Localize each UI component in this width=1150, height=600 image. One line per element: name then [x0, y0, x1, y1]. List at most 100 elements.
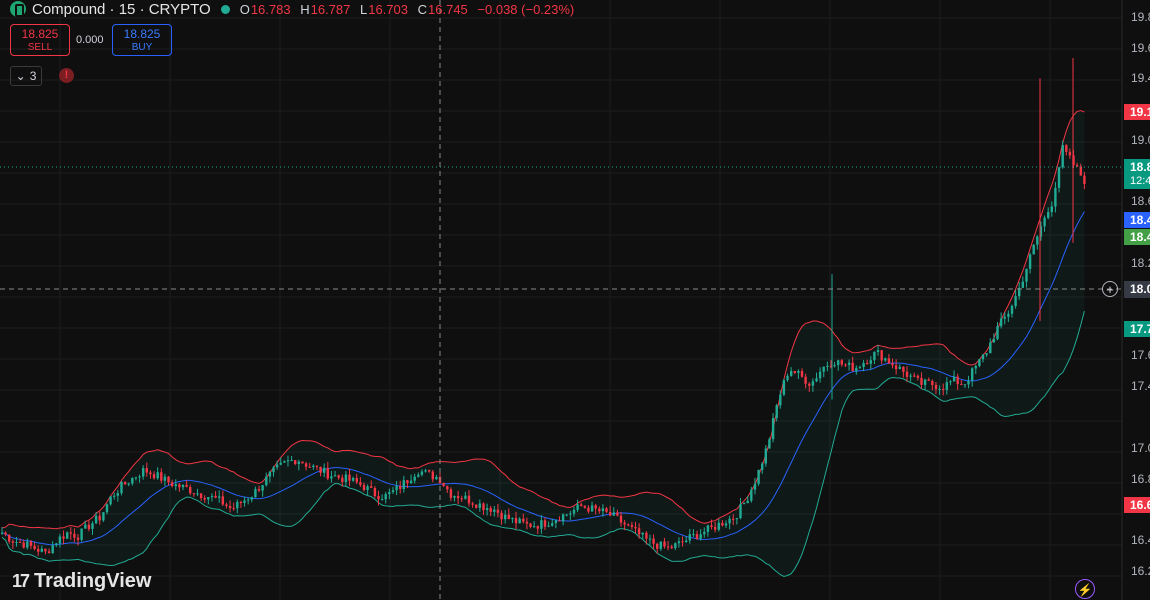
- candle: [945, 382, 948, 390]
- candle: [808, 383, 811, 386]
- candle: [304, 463, 308, 467]
- candle: [507, 514, 510, 520]
- candle: [616, 512, 619, 516]
- candle: [703, 531, 706, 535]
- candle: [29, 541, 33, 546]
- candle: [167, 476, 170, 483]
- symbol-title[interactable]: Compound · 15 · CRYPTO: [32, 1, 211, 18]
- candle: [837, 360, 840, 366]
- indicators-toggle-button[interactable]: ⌄ 3: [10, 66, 42, 86]
- candle: [866, 362, 869, 364]
- green-line-price-tag: 18.4: [1124, 229, 1150, 245]
- candle: [138, 476, 141, 478]
- candle: [525, 521, 529, 524]
- candle: [87, 524, 91, 529]
- candle: [876, 350, 880, 352]
- candle: [91, 523, 94, 529]
- candle: [721, 522, 724, 526]
- candle: [543, 520, 547, 527]
- candle: [402, 480, 405, 489]
- candle: [265, 476, 268, 486]
- candle: [963, 384, 967, 386]
- candle: [283, 461, 286, 463]
- candle: [109, 496, 112, 505]
- candle: [76, 537, 80, 540]
- candle: [898, 366, 901, 369]
- candle: [612, 512, 615, 516]
- candle: [942, 388, 945, 390]
- candle: [417, 474, 420, 477]
- candle: [471, 503, 474, 505]
- chart-legend-header: Compound · 15 · CRYPTO O16.783 H16.787 L…: [0, 0, 580, 18]
- candle: [286, 460, 290, 462]
- candle: [1014, 296, 1017, 306]
- candle: [1061, 145, 1064, 168]
- candle: [156, 472, 159, 479]
- market-status-icon[interactable]: [220, 4, 230, 14]
- lower-band-price-tag: 17.7: [1124, 321, 1150, 337]
- candle: [580, 504, 583, 506]
- candle: [742, 503, 746, 505]
- sell-button[interactable]: 18.825 SELL: [10, 24, 70, 56]
- candle: [348, 474, 351, 481]
- candle: [782, 380, 786, 395]
- candle: [931, 381, 934, 385]
- candle: [33, 545, 36, 549]
- candle: [598, 508, 601, 512]
- candle: [199, 493, 203, 498]
- candle: [688, 534, 691, 541]
- candle: [359, 482, 362, 485]
- candle: [934, 384, 938, 389]
- candle: [1043, 217, 1046, 227]
- candle: [228, 506, 232, 509]
- candle: [710, 525, 713, 527]
- price-chart[interactable]: [0, 0, 1150, 600]
- candle: [547, 525, 550, 527]
- candle: [446, 486, 449, 490]
- candle: [601, 508, 605, 512]
- candle: [967, 380, 970, 385]
- lightning-icon[interactable]: ⚡: [1075, 579, 1095, 599]
- candle: [456, 496, 460, 499]
- sell-price: 18.825: [21, 27, 59, 41]
- candle: [391, 490, 395, 492]
- candle: [894, 365, 898, 369]
- candle: [47, 551, 51, 554]
- warning-icon[interactable]: !: [59, 68, 74, 83]
- buy-button[interactable]: 18.825 BUY: [112, 24, 172, 56]
- candle: [833, 365, 836, 367]
- candle: [992, 339, 996, 343]
- candle: [847, 362, 851, 365]
- price-axis-tick: 19.4: [1131, 71, 1150, 85]
- candle: [1003, 316, 1006, 319]
- tradingview-watermark[interactable]: 17 TradingView: [12, 570, 151, 593]
- candle: [428, 470, 431, 472]
- candle: [724, 523, 728, 526]
- candle: [753, 483, 757, 490]
- candle: [399, 486, 402, 489]
- add-alert-plus-icon[interactable]: +: [1102, 281, 1118, 297]
- price-axis-tick: 19.8: [1131, 10, 1150, 24]
- candle: [949, 381, 952, 383]
- candle: [645, 532, 648, 539]
- candle: [105, 504, 109, 513]
- basis-price-tag: 18.4: [1124, 212, 1150, 228]
- candle: [243, 500, 246, 503]
- candle: [619, 515, 623, 523]
- candle: [73, 533, 76, 538]
- candle: [634, 526, 637, 529]
- candle: [355, 478, 358, 483]
- candle: [572, 509, 576, 514]
- candle: [225, 504, 228, 506]
- candle: [739, 504, 742, 519]
- candle: [214, 495, 217, 498]
- crosshair-price-tag: 18.0: [1124, 281, 1150, 298]
- candle: [467, 495, 471, 504]
- candle: [149, 472, 152, 475]
- candle: [518, 518, 521, 524]
- candle: [909, 375, 912, 377]
- candle: [511, 517, 514, 519]
- candle: [713, 526, 717, 530]
- candle: [257, 489, 261, 491]
- candle: [319, 466, 322, 473]
